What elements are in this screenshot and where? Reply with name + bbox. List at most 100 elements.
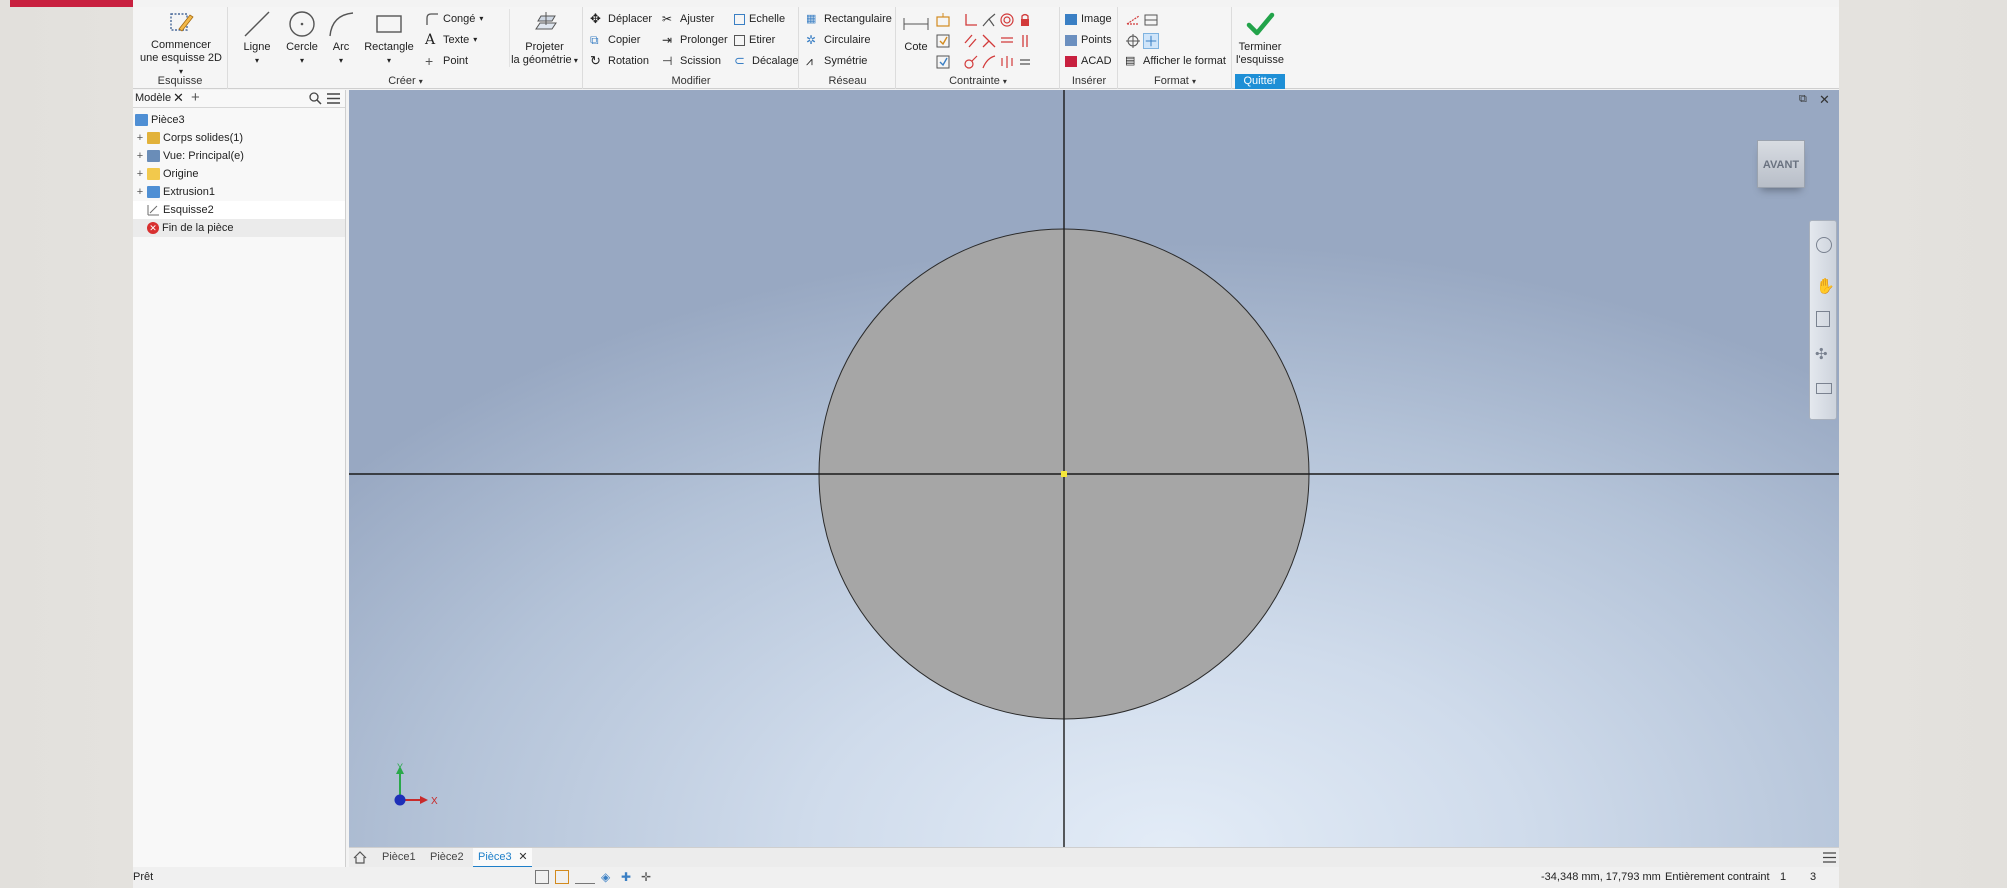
tree-item-origin[interactable]: + Origine bbox=[133, 165, 345, 183]
rectangle-icon bbox=[376, 15, 402, 33]
show-format-button[interactable]: ▤ Afficher le format bbox=[1125, 51, 1226, 71]
fillet-button[interactable]: Congé ▾ bbox=[425, 9, 483, 29]
stretch-button[interactable]: Etirer bbox=[734, 30, 775, 50]
pan-icon[interactable]: ✋ bbox=[1816, 277, 1835, 295]
move-button[interactable]: ✥ Déplacer bbox=[590, 9, 652, 29]
driven-dimension-icon[interactable] bbox=[1143, 12, 1159, 28]
rectangular-pattern-button[interactable]: ▦ Rectangulaire bbox=[806, 9, 892, 29]
start-2d-sketch-button[interactable]: Commencer une esquisse 2D ▾ bbox=[139, 9, 223, 78]
copy-button[interactable]: ⧉ Copier bbox=[590, 30, 640, 50]
origin-point[interactable] bbox=[1061, 471, 1067, 477]
vertical-constraint-icon[interactable] bbox=[1017, 33, 1033, 49]
constraint-inference-icon[interactable] bbox=[555, 870, 569, 884]
panel-contrainte: Cote Contrainte ▾ bbox=[897, 7, 1060, 89]
arc-button[interactable]: Arc ▾ bbox=[324, 9, 358, 67]
doc-tab-piece2[interactable]: Pièce2 bbox=[425, 848, 469, 868]
split-icon: ⊣ bbox=[662, 54, 673, 68]
zoom-icon[interactable] bbox=[1816, 311, 1830, 327]
expand-icon[interactable]: + bbox=[135, 165, 145, 183]
cursor-coordinates: -34,348 mm, 17,793 mm bbox=[1541, 871, 1661, 883]
move-label: Déplacer bbox=[608, 13, 653, 25]
tabs-menu-icon[interactable] bbox=[1823, 852, 1836, 863]
fix-constraint-icon[interactable] bbox=[1017, 12, 1033, 28]
rotate-button[interactable]: ↻ Rotation bbox=[590, 51, 649, 71]
concentric-constraint-icon[interactable] bbox=[999, 12, 1015, 28]
finish-sketch-button[interactable]: Terminer l'esquisse bbox=[1235, 9, 1285, 67]
collinear-constraint-icon[interactable] bbox=[981, 33, 997, 49]
dimension-button[interactable]: Cote bbox=[899, 9, 933, 54]
view-cube[interactable]: AVANT bbox=[1757, 140, 1805, 188]
close-doc-tab-icon[interactable]: ✕ bbox=[518, 848, 527, 866]
steering-wheel-icon[interactable] bbox=[1816, 237, 1832, 253]
tree-item-label: Corps solides(1) bbox=[163, 132, 244, 144]
view-cube-face-label: AVANT bbox=[1762, 159, 1800, 171]
project-geometry-icon bbox=[534, 12, 557, 30]
center-point-icon[interactable] bbox=[1125, 33, 1141, 49]
panel-title-inserer: Insérer bbox=[1071, 75, 1107, 87]
look-at-icon[interactable] bbox=[1816, 383, 1832, 394]
project-cut-edges-icon[interactable]: ✚ bbox=[621, 870, 635, 884]
doc-tab-piece1[interactable]: Pièce1 bbox=[377, 848, 421, 868]
grid-snap-icon[interactable] bbox=[535, 870, 549, 884]
tree-item-view[interactable]: + Vue: Principal(e) bbox=[133, 147, 345, 165]
search-icon[interactable] bbox=[309, 92, 322, 105]
points-icon bbox=[1065, 34, 1077, 46]
equal-constraint-icon[interactable] bbox=[1017, 54, 1033, 70]
close-viewport-icon[interactable]: ✕ bbox=[1819, 92, 1830, 108]
offset-button[interactable]: ⊂ Décalage bbox=[734, 51, 798, 71]
panel-title-esquisse: Esquisse bbox=[157, 75, 203, 87]
dimension-display-icon[interactable] bbox=[575, 870, 595, 884]
home-icon[interactable] bbox=[353, 851, 367, 864]
scale-button[interactable]: Echelle bbox=[734, 9, 785, 29]
tree-item-part[interactable]: Pièce3 bbox=[133, 111, 345, 129]
tab-model[interactable]: Modèle bbox=[135, 92, 171, 104]
point-button[interactable]: + Point bbox=[425, 51, 468, 71]
smooth-constraint-icon[interactable] bbox=[981, 54, 997, 70]
tree-item-extrusion[interactable]: + Extrusion1 bbox=[133, 183, 345, 201]
expand-icon[interactable]: + bbox=[135, 147, 145, 165]
insert-image-button[interactable]: Image bbox=[1065, 9, 1112, 29]
circle-button[interactable]: Cercle ▾ bbox=[282, 9, 322, 67]
rectangle-button[interactable]: Rectangle ▾ bbox=[361, 9, 417, 67]
tangent-constraint-icon[interactable] bbox=[981, 12, 997, 28]
select-filter-icon[interactable]: ✛ bbox=[641, 870, 655, 884]
scale-icon bbox=[734, 13, 745, 25]
construction-icon[interactable] bbox=[1125, 12, 1141, 28]
perpendicular-constraint-icon[interactable] bbox=[963, 12, 979, 28]
show-constraints-icon[interactable] bbox=[935, 33, 951, 49]
parallel-constraint-icon[interactable] bbox=[963, 33, 979, 49]
auto-dimension-icon[interactable] bbox=[935, 12, 951, 28]
expand-icon[interactable]: + bbox=[135, 183, 145, 201]
orbit-icon[interactable]: ✣ bbox=[1815, 345, 1828, 363]
graphics-viewport[interactable]: Y X AVANT ⧉ ✕ ✋ ✣ bbox=[349, 90, 1839, 847]
rectangular-pattern-icon: ▦ bbox=[806, 13, 817, 25]
mirror-button[interactable]: ⩘ Symétrie bbox=[806, 51, 867, 71]
tree-item-end-of-part[interactable]: ✕ Fin de la pièce bbox=[133, 219, 345, 237]
panel-title-contrainte: Contrainte ▾ bbox=[949, 75, 1007, 87]
expand-icon[interactable]: + bbox=[135, 129, 145, 147]
trim-button[interactable]: ✂ Ajuster bbox=[662, 9, 714, 29]
restore-window-icon[interactable]: ⧉ bbox=[1799, 93, 1807, 106]
sketch-canvas[interactable]: Y X bbox=[349, 90, 1839, 847]
menu-icon[interactable] bbox=[327, 93, 340, 104]
text-button[interactable]: A Texte ▾ bbox=[425, 30, 477, 50]
coincident-constraint-icon[interactable] bbox=[963, 54, 979, 70]
doc-tab-piece3[interactable]: Pièce3 ✕ bbox=[473, 848, 532, 868]
symmetric-constraint-icon[interactable] bbox=[999, 54, 1015, 70]
extend-button[interactable]: ⇥ Prolonger bbox=[662, 30, 728, 50]
tree-item-solid-bodies[interactable]: + Corps solides(1) bbox=[133, 129, 345, 147]
centerline-icon[interactable] bbox=[1143, 33, 1159, 49]
split-button[interactable]: ⊣ Scission bbox=[662, 51, 721, 71]
close-tab-icon[interactable]: ✕ bbox=[173, 90, 184, 106]
insert-points-button[interactable]: Points bbox=[1065, 30, 1112, 50]
insert-acad-button[interactable]: ACAD bbox=[1065, 51, 1112, 71]
add-tab-icon[interactable]: + bbox=[191, 89, 200, 106]
constraint-settings-icon[interactable] bbox=[935, 54, 951, 70]
horizontal-constraint-icon[interactable] bbox=[999, 33, 1015, 49]
line-button[interactable]: Ligne ▾ bbox=[237, 9, 277, 67]
tree-item-sketch[interactable]: Esquisse2 bbox=[133, 201, 345, 219]
acad-icon bbox=[1065, 55, 1077, 67]
project-geometry-button[interactable]: Projeter la géométrie ▾ bbox=[509, 9, 579, 67]
circular-pattern-button[interactable]: ✲ Circulaire bbox=[806, 30, 870, 50]
slice-graphics-icon[interactable]: ◈ bbox=[601, 870, 615, 884]
